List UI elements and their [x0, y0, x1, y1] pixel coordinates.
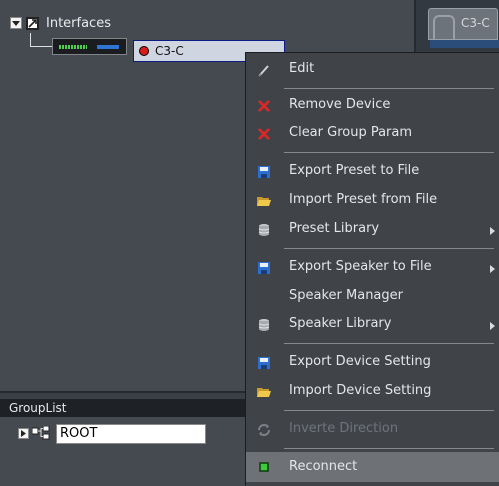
- menu-item-reconnect[interactable]: Reconnect: [246, 452, 499, 482]
- submenu-arrow-icon: [490, 227, 495, 235]
- checkbox-icon[interactable]: [26, 16, 39, 30]
- menu-item-clear-group-param[interactable]: Clear Group Param: [246, 120, 499, 148]
- submenu-arrow-icon: [490, 265, 495, 273]
- device-tab-label: C3-C: [461, 16, 490, 30]
- group-root-field[interactable]: ROOT: [56, 424, 206, 444]
- menu-separator: [284, 343, 494, 344]
- menu-item-remove-device[interactable]: Remove Device: [246, 92, 499, 120]
- signal-meter: [59, 45, 87, 49]
- collapse-icon[interactable]: [10, 17, 22, 29]
- interfaces-node[interactable]: Interfaces: [10, 13, 111, 33]
- menu-item-export-speaker[interactable]: Export Speaker to File: [246, 254, 499, 282]
- interfaces-label: Interfaces: [46, 15, 111, 31]
- clear-x-icon: [256, 126, 272, 142]
- record-dot-icon: [139, 46, 149, 56]
- grouplist-title: GroupList: [9, 401, 67, 415]
- group-root-label: ROOT: [60, 426, 98, 441]
- tree-connector: [30, 46, 52, 47]
- grouplist-header: GroupList: [0, 399, 248, 417]
- device-level-indicator: [52, 38, 127, 55]
- remove-x-icon: [256, 98, 272, 114]
- context-menu: Edit Remove Device Clear Group Param Exp…: [245, 52, 499, 486]
- group-root-row[interactable]: [18, 426, 50, 440]
- tab-notch-icon: [433, 15, 455, 39]
- folder-open-icon: [256, 384, 272, 400]
- device-name-label: C3-C: [155, 44, 184, 58]
- submenu-arrow-icon: [490, 322, 495, 330]
- save-icon: [256, 260, 272, 276]
- save-icon: [256, 355, 272, 371]
- group-tree-icon: [32, 426, 50, 440]
- menu-item-inverte-direction: Inverte Direction: [246, 416, 499, 444]
- menu-item-import-preset[interactable]: Import Preset from File: [246, 187, 499, 215]
- menu-separator: [284, 152, 494, 153]
- menu-separator: [284, 410, 494, 411]
- expand-icon[interactable]: [18, 427, 29, 439]
- menu-item-edit[interactable]: Edit: [246, 56, 499, 84]
- tree-connector: [30, 33, 31, 46]
- menu-item-speaker-manager[interactable]: Speaker Manager: [246, 283, 499, 311]
- menu-item-preset-library[interactable]: Preset Library: [246, 216, 499, 244]
- edit-icon: [256, 62, 272, 78]
- save-icon: [256, 164, 272, 180]
- folder-open-icon: [256, 193, 272, 209]
- rotate-icon: [256, 422, 272, 438]
- status-bar: [97, 45, 119, 49]
- device-tab[interactable]: C3-C: [428, 8, 498, 40]
- menu-item-export-preset[interactable]: Export Preset to File: [246, 158, 499, 186]
- database-icon: [256, 222, 272, 238]
- menu-separator: [284, 448, 494, 449]
- database-icon: [256, 317, 272, 333]
- tab-underline: [430, 40, 499, 48]
- menu-item-export-device-setting[interactable]: Export Device Setting: [246, 349, 499, 377]
- menu-item-import-device-setting[interactable]: Import Device Setting: [246, 378, 499, 406]
- reconnect-icon: [256, 459, 272, 475]
- menu-separator: [284, 88, 494, 89]
- menu-item-speaker-library[interactable]: Speaker Library: [246, 311, 499, 339]
- menu-separator: [284, 248, 494, 249]
